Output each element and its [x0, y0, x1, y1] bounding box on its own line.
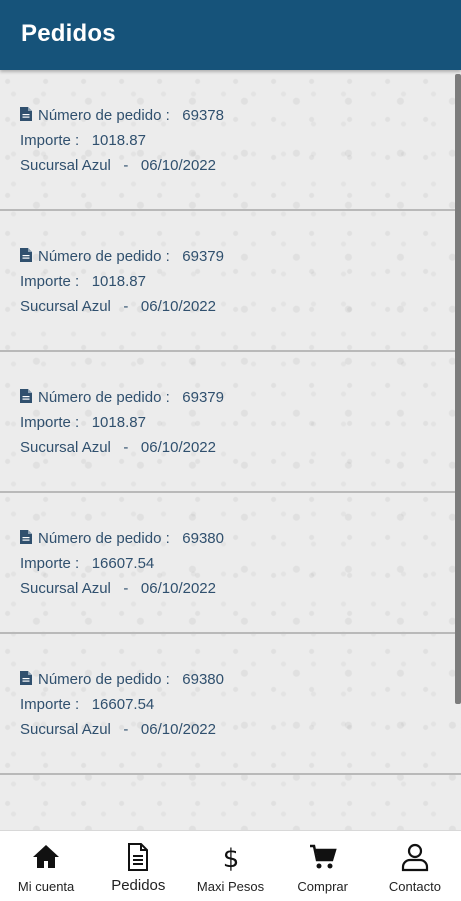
- order-branch: Sucursal Azul: [20, 439, 111, 456]
- order-date: 06/10/2022: [140, 298, 216, 315]
- order-amount-label: Importe :: [20, 696, 80, 713]
- order-number-label: Número de pedido :: [38, 530, 170, 547]
- order-branch: Sucursal Azul: [20, 721, 111, 738]
- tab-mi-cuenta[interactable]: Mi cuenta: [0, 831, 92, 901]
- document-icon: [20, 107, 32, 121]
- order-date: 06/10/2022: [140, 580, 216, 597]
- order-branch-line: Sucursal Azul - 06/10/2022: [20, 157, 216, 174]
- page-title: Pedidos: [21, 20, 116, 47]
- document-icon: [128, 843, 149, 871]
- order-item[interactable]: Número de pedido : 69379 Importe : 1018.…: [0, 352, 461, 493]
- order-amount-label: Importe :: [20, 414, 80, 431]
- tab-label: Pedidos: [111, 877, 166, 894]
- order-amount-line: Importe : 1018.87: [20, 414, 146, 431]
- order-branch: Sucursal Azul: [20, 580, 111, 597]
- order-number: 69379: [182, 389, 224, 406]
- order-item[interactable]: Número de pedido : 69380 Importe : 16607…: [0, 493, 461, 634]
- order-branch-line: Sucursal Azul - 06/10/2022: [20, 721, 216, 738]
- order-date: 06/10/2022: [140, 439, 216, 456]
- user-icon: [401, 843, 429, 872]
- order-number: 69380: [182, 671, 224, 688]
- dollar-icon: $: [222, 844, 239, 872]
- document-icon: [20, 671, 32, 685]
- order-separator: -: [123, 298, 129, 315]
- order-number: 69378: [182, 107, 224, 124]
- order-number-label: Número de pedido :: [38, 671, 170, 688]
- order-branch-line: Sucursal Azul - 06/10/2022: [20, 439, 216, 456]
- orders-list[interactable]: Número de pedido : 69378 Importe : 1018.…: [0, 70, 461, 830]
- order-date: 06/10/2022: [140, 721, 216, 738]
- order-amount: 16607.54: [91, 555, 155, 572]
- order-separator: -: [123, 439, 129, 456]
- home-icon: [33, 845, 60, 868]
- tab-comprar[interactable]: Comprar: [277, 831, 369, 901]
- order-number-line: Número de pedido : 69378: [20, 107, 224, 124]
- document-icon: [20, 248, 32, 262]
- order-number-line: Número de pedido : 69379: [20, 389, 224, 406]
- order-branch-line: Sucursal Azul - 06/10/2022: [20, 298, 216, 315]
- app-header: Pedidos: [0, 0, 461, 70]
- order-amount: 1018.87: [91, 273, 146, 290]
- tab-label: Comprar: [297, 879, 348, 894]
- order-branch: Sucursal Azul: [20, 157, 111, 174]
- order-separator: -: [123, 157, 129, 174]
- tab-label: Contacto: [388, 879, 441, 894]
- order-number-label: Número de pedido :: [38, 248, 170, 265]
- order-number-line: Número de pedido : 69380: [20, 530, 224, 547]
- order-number-line: Número de pedido : 69379: [20, 248, 224, 265]
- order-number-label: Número de pedido :: [38, 107, 170, 124]
- order-number: 69380: [182, 530, 224, 547]
- tab-label: Mi cuenta: [17, 879, 75, 894]
- order-separator: -: [123, 580, 129, 597]
- order-amount-label: Importe :: [20, 273, 80, 290]
- order-amount-line: Importe : 1018.87: [20, 132, 146, 149]
- order-number-line: Número de pedido : 69380: [20, 671, 224, 688]
- tab-maxi-pesos[interactable]: $ Maxi Pesos: [184, 831, 276, 901]
- order-amount: 1018.87: [91, 414, 146, 431]
- svg-text:$: $: [222, 844, 239, 872]
- order-number-label: Número de pedido :: [38, 389, 170, 406]
- order-separator: -: [123, 721, 129, 738]
- order-date: 06/10/2022: [140, 157, 216, 174]
- tab-contacto[interactable]: Contacto: [369, 831, 461, 901]
- document-icon: [20, 389, 32, 403]
- order-branch-line: Sucursal Azul - 06/10/2022: [20, 580, 216, 597]
- order-item[interactable]: Número de pedido : 69379 Importe : 1018.…: [0, 211, 461, 352]
- cart-icon: [309, 844, 337, 869]
- scrollbar[interactable]: [455, 74, 461, 704]
- order-amount-line: Importe : 1018.87: [20, 273, 146, 290]
- order-amount-line: Importe : 16607.54: [20, 696, 154, 713]
- order-number: 69379: [182, 248, 224, 265]
- tab-label: Maxi Pesos: [196, 879, 265, 894]
- order-amount-label: Importe :: [20, 555, 80, 572]
- order-amount: 1018.87: [91, 132, 146, 149]
- order-item[interactable]: Número de pedido : 69380 Importe : 16607…: [0, 634, 461, 775]
- tab-pedidos[interactable]: Pedidos: [92, 831, 184, 901]
- order-branch: Sucursal Azul: [20, 298, 111, 315]
- document-icon: [20, 530, 32, 544]
- order-item[interactable]: Número de pedido : 69378 Importe : 1018.…: [0, 70, 461, 211]
- order-amount-label: Importe :: [20, 132, 80, 149]
- bottom-tab-bar: Mi cuenta Pedidos $ Maxi Pesos Comprar C…: [0, 830, 461, 901]
- order-amount: 16607.54: [91, 696, 155, 713]
- order-amount-line: Importe : 16607.54: [20, 555, 154, 572]
